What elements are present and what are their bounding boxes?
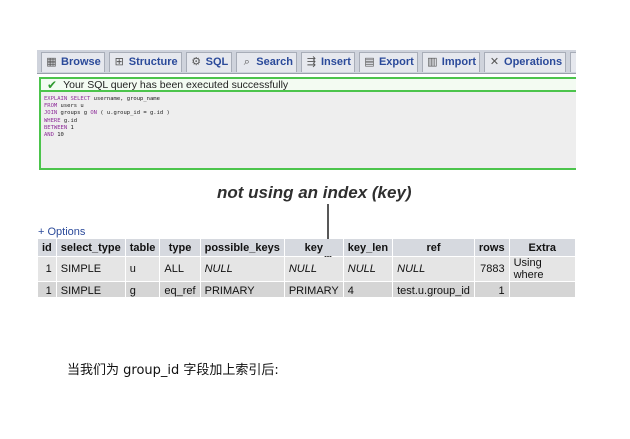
table-cell: test.u.group_id	[393, 282, 474, 297]
sql-line: WHERE g.id	[44, 118, 576, 125]
table-row: 1 SIMPLE g eq_ref PRIMARY PRIMARY 4 test.u.grou…	[38, 282, 575, 297]
tab-label: Import	[441, 56, 477, 68]
success-message: Your SQL query has been executed success…	[63, 78, 289, 91]
sql-line: BETWEEN 1	[44, 125, 576, 132]
tab-search[interactable]: ⌕ Search	[236, 51, 297, 72]
table-cell: 1	[38, 257, 56, 281]
tab-structure[interactable]: ⊞ Structure	[108, 51, 182, 72]
column-header-select-type[interactable]: select_type	[56, 239, 125, 256]
sql-line: FROM users u	[44, 103, 576, 110]
phpmyadmin-screenshot: ▦ Browse ⊞ Structure ⚙ SQL ⌕ Search ⇶ Insert ▤ Expo…	[37, 50, 576, 297]
tab-label: Export	[378, 56, 414, 68]
sql-keyword: AND	[44, 131, 54, 138]
sql-keyword: JOIN	[44, 110, 58, 117]
column-header-key[interactable]: key	[284, 239, 343, 256]
table-cell: NULL	[200, 257, 284, 281]
sql-line: EXPLAIN SELECT username, group_name	[44, 96, 576, 103]
table-cell: eq_ref	[160, 282, 200, 297]
sql-token: ( u.group_id = g.id )	[97, 110, 170, 117]
tab-label: Structure	[128, 56, 178, 68]
caption-text: 当我们为 group_id 字段加上索引后:	[67, 363, 279, 378]
sql-line: JOIN groups g ON ( u.group_id = g.id )	[44, 110, 576, 117]
table-cell: Using where	[509, 257, 575, 281]
table-cell: ALL	[160, 257, 200, 281]
table-row: 1 SIMPLE u ALL NULL NULL NULL NULL 7883 Using whe…	[38, 257, 575, 281]
table-cell: 4	[343, 282, 393, 297]
table-cell: SIMPLE	[56, 282, 125, 297]
export-icon: ▤	[364, 56, 375, 68]
empty-icon: ▩	[574, 56, 576, 68]
tab-sql[interactable]: ⚙ SQL	[185, 51, 233, 72]
tab-operations[interactable]: ✕ Operations	[484, 51, 567, 72]
table-cell: SIMPLE	[56, 257, 125, 281]
index-annotation: not using an index (key)	[217, 183, 412, 202]
sql-query-box: EXPLAIN SELECT username, group_name FROM …	[39, 92, 576, 170]
table-cell: 1	[474, 282, 509, 297]
table-cell: u	[125, 257, 160, 281]
sql-token: 10	[53, 131, 64, 138]
column-header-type[interactable]: type	[160, 239, 200, 256]
table-cell: PRIMARY	[200, 282, 284, 297]
sql-token: groups g	[57, 110, 91, 117]
tab-label: Insert	[320, 56, 351, 68]
column-header-possible-keys[interactable]: possible_keys	[200, 239, 284, 256]
tab-browse[interactable]: ▦ Browse	[41, 51, 105, 72]
column-header-ref[interactable]: ref	[393, 239, 474, 256]
column-header-rows[interactable]: rows	[474, 239, 509, 256]
sql-line: AND 10	[44, 132, 576, 139]
table-cell: 7883	[474, 257, 509, 281]
table-cell: PRIMARY	[284, 282, 343, 297]
sql-token: g.id	[60, 117, 78, 124]
tab-label: Browse	[61, 56, 101, 68]
table-header-row: id select_type table type possible_keys key ke…	[38, 239, 575, 256]
operations-icon: ✕	[489, 56, 500, 68]
table-cell: g	[125, 282, 160, 297]
table-cell: 1	[38, 282, 56, 297]
sql-token: users u	[57, 103, 84, 110]
sql-keyword: FROM	[44, 103, 58, 110]
table-cell: NULL	[284, 257, 343, 281]
column-header-id[interactable]: id	[38, 239, 56, 256]
sql-keyword: ON	[90, 110, 97, 117]
sql-keyword: EXPLAIN SELECT	[44, 96, 91, 102]
tab-insert[interactable]: ⇶ Insert	[300, 51, 355, 72]
table-cell: NULL	[393, 257, 474, 281]
success-notice: ✔ Your SQL query has been executed succe…	[39, 77, 576, 92]
structure-icon: ⊞	[114, 56, 124, 68]
sql-keyword: BETWEEN	[44, 124, 68, 131]
import-icon: ▥	[427, 56, 438, 68]
options-link[interactable]: + Options	[38, 226, 85, 238]
table-cell: NULL	[343, 257, 393, 281]
tab-emp[interactable]: ▩Emp	[570, 51, 576, 72]
column-header-table[interactable]: table	[125, 239, 160, 256]
tab-bar: ▦ Browse ⊞ Structure ⚙ SQL ⌕ Search ⇶ Insert ▤ Expo…	[37, 50, 576, 74]
tab-label: Search	[256, 56, 293, 68]
sql-token: 1	[67, 124, 74, 131]
tab-label: Operations	[504, 56, 563, 68]
column-header-extra[interactable]: Extra	[509, 239, 575, 256]
sql-icon: ⚙	[191, 56, 202, 68]
check-icon: ✔	[47, 77, 58, 92]
search-icon: ⌕	[243, 56, 250, 68]
sql-token: username, group_name	[90, 96, 160, 102]
tab-label: SQL	[205, 56, 229, 68]
sql-keyword: WHERE	[44, 117, 61, 124]
tab-export[interactable]: ▤ Export	[358, 51, 418, 72]
insert-icon: ⇶	[306, 56, 317, 68]
explain-result-table: id select_type table type possible_keys key ke…	[37, 238, 576, 297]
table-cell	[509, 282, 575, 297]
tab-import[interactable]: ▥ Import	[421, 51, 481, 72]
browse-icon: ▦	[46, 56, 57, 68]
column-header-key-len[interactable]: key_len	[343, 239, 393, 256]
